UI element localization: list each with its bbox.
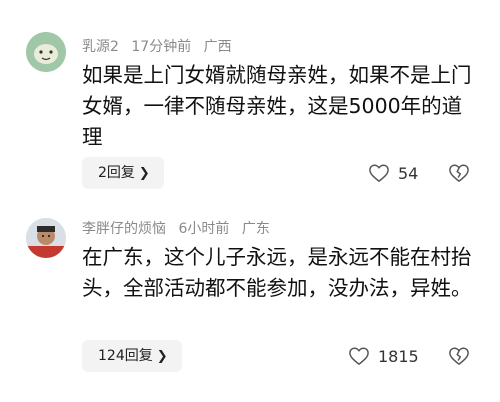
- like-count: 54: [398, 163, 419, 183]
- comment-time: 6小时前: [178, 221, 230, 237]
- heart-icon: [369, 164, 389, 182]
- reply-count-label: 2回复: [98, 165, 135, 181]
- heart-icon: [349, 347, 369, 365]
- username[interactable]: 乳源2: [82, 39, 119, 55]
- comment-text: 如果是上门女婿就随母亲姓，如果不是上门女婿，一律不随母亲姓，这是5000年的道理: [82, 63, 472, 149]
- comment-location: 广东: [241, 221, 270, 237]
- username[interactable]: 李胖仔的烦恼: [82, 221, 166, 237]
- broken-heart-icon[interactable]: [448, 163, 470, 183]
- view-replies-button[interactable]: 2回复 ❯: [82, 157, 164, 189]
- chevron-right-icon: ❯: [138, 166, 150, 181]
- like-button[interactable]: 1815: [348, 346, 419, 366]
- comment-meta: 乳源2 17分钟前 广西: [82, 36, 240, 56]
- avatar[interactable]: [26, 32, 66, 72]
- comment-meta: 李胖仔的烦恼 6小时前 广东: [82, 218, 278, 238]
- like-count: 1815: [378, 346, 419, 366]
- reply-count-label: 124回复: [98, 348, 153, 364]
- chevron-right-icon: ❯: [156, 349, 168, 364]
- like-button[interactable]: 54: [368, 163, 418, 183]
- view-replies-button[interactable]: 124回复 ❯: [82, 340, 182, 372]
- comment-text: 在广东，这个儿子永远，是永远不能在村抬头，全部活动都不能参加，没办法，异姓。: [82, 245, 472, 300]
- comment-time: 17分钟前: [131, 39, 192, 55]
- comment-location: 广西: [203, 39, 232, 55]
- avatar[interactable]: [26, 218, 66, 258]
- broken-heart-icon[interactable]: [448, 346, 470, 366]
